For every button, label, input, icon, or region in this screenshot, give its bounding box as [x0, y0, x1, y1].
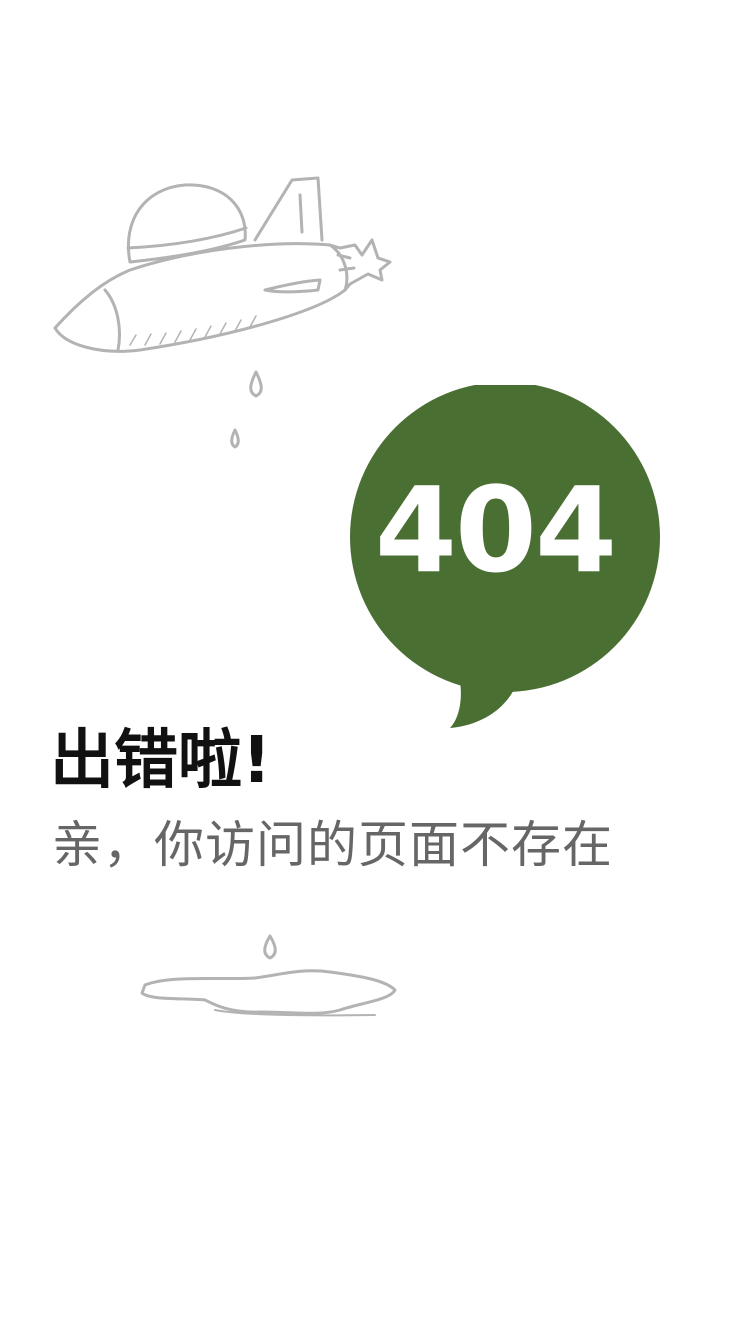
- puddle-illustration: [140, 934, 397, 1017]
- water-drop-icon: [263, 934, 277, 960]
- error-page: 404 出错啦! 亲，你访问的页面不存在: [0, 0, 750, 1334]
- puddle-outline: [140, 969, 397, 1015]
